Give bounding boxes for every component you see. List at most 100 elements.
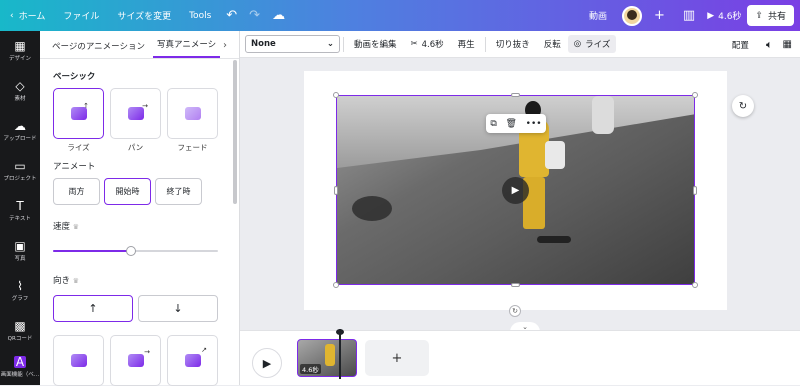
sidebar-item-projects[interactable]: ▭ プロジェクト bbox=[0, 151, 40, 191]
doc-type-label: 動画 bbox=[588, 12, 607, 22]
play-icon: ▶ bbox=[511, 185, 520, 196]
play-icon: ▶ bbox=[707, 10, 715, 21]
play-button[interactable]: 再生 bbox=[451, 38, 482, 50]
font-select-value: None bbox=[251, 39, 276, 49]
resize-handle-bottom-left[interactable] bbox=[333, 282, 339, 288]
animation-pan-preview[interactable]: → bbox=[110, 88, 161, 139]
animation-fade-preview[interactable] bbox=[167, 88, 218, 139]
animation-option-preview[interactable]: → bbox=[110, 335, 161, 386]
preview-play-button[interactable]: ▶ 4.6秒 bbox=[707, 9, 741, 23]
direction-up-button[interactable]: ↑ bbox=[53, 295, 133, 322]
sidebar-item-charts[interactable]: ⌇ グラフ bbox=[0, 271, 40, 311]
sidebar-item-apps[interactable]: A 画面機能（ベ… bbox=[0, 351, 40, 383]
background-subject bbox=[592, 96, 614, 134]
avatar[interactable] bbox=[621, 5, 642, 26]
video-frame-shadow bbox=[352, 196, 392, 221]
side-nav: ▦ デザイン ◇ 素材 ☁ アップロード ▭ プロジェクト T テキスト ▣ 写… bbox=[0, 31, 40, 385]
animation-option-preview[interactable] bbox=[53, 335, 104, 386]
refresh-page-button[interactable]: ↻ bbox=[732, 95, 754, 117]
home-button[interactable]: ‹ ホーム bbox=[0, 9, 54, 23]
folder-icon: ▭ bbox=[14, 159, 26, 173]
speed-slider[interactable] bbox=[53, 246, 218, 256]
animate-both-button[interactable]: 両方 bbox=[53, 178, 100, 205]
volume-icon[interactable]: 🔈︎ bbox=[766, 38, 773, 52]
font-select[interactable]: None ⌄ bbox=[245, 35, 340, 53]
photo-icon: ▣ bbox=[14, 239, 26, 253]
undo-icon[interactable]: ↶ bbox=[220, 8, 243, 23]
edit-video-button[interactable]: 動画を編集 bbox=[347, 38, 404, 50]
divider bbox=[343, 36, 344, 52]
speed-label: 速度 ♛ bbox=[53, 220, 239, 232]
resize-handle-top-right[interactable] bbox=[692, 92, 698, 98]
animation-fade[interactable]: フェード bbox=[167, 88, 218, 153]
rotate-handle[interactable]: ↻ bbox=[509, 305, 521, 317]
redo-icon[interactable]: ↷ bbox=[243, 8, 266, 23]
image-icon bbox=[184, 107, 201, 120]
resize-handle-left[interactable] bbox=[334, 186, 338, 195]
animate-enter-button[interactable]: 開始時 bbox=[104, 178, 151, 205]
direction-label-text: 向き bbox=[53, 276, 71, 286]
crown-icon: ♛ bbox=[72, 223, 79, 231]
flip-button[interactable]: 反転 bbox=[537, 38, 568, 50]
subject-bag bbox=[545, 141, 565, 169]
resize-menu[interactable]: サイズを変更 bbox=[108, 9, 180, 22]
timeline-playhead[interactable] bbox=[336, 329, 344, 379]
top-bar-right: 動画 + ▥ ▶ 4.6秒 ⇪ 共有 bbox=[580, 0, 794, 31]
cloud-save-icon[interactable]: ☁ bbox=[266, 8, 291, 23]
top-bar: ‹ ホーム ファイル サイズを変更 Tools ↶ ↷ ☁ 動画 + ▥ ▶ 4… bbox=[0, 0, 800, 31]
timeline-play-button[interactable]: ▶ bbox=[252, 348, 282, 378]
sidebar-item-photos[interactable]: ▣ 写真 bbox=[0, 231, 40, 271]
tab-page-animation[interactable]: ページのアニメーション bbox=[48, 40, 149, 58]
resize-handle-top-left[interactable] bbox=[333, 92, 339, 98]
image-icon bbox=[184, 354, 201, 367]
sidebar-item-text[interactable]: T テキスト bbox=[0, 191, 40, 231]
chevron-right-icon[interactable]: › bbox=[223, 40, 227, 51]
more-icon[interactable]: ••• bbox=[526, 119, 542, 129]
animation-panel: ページのアニメーション 写真アニメーシ › ベーシック ↑ ライズ → パン フ… bbox=[40, 31, 240, 386]
image-icon bbox=[127, 107, 144, 120]
animation-rise-button[interactable]: ◎ ライズ bbox=[567, 35, 617, 53]
chevron-left-icon: ‹ bbox=[10, 10, 14, 21]
crop-button[interactable]: 切り抜き bbox=[489, 38, 537, 50]
speed-slider-handle[interactable] bbox=[125, 246, 136, 256]
element-context-menu: ⧉ 🗑︎ ••• bbox=[486, 114, 546, 133]
share-icon: ⇪ bbox=[755, 10, 763, 21]
resize-handle-top[interactable] bbox=[511, 93, 520, 97]
animation-pan[interactable]: → パン bbox=[110, 88, 161, 153]
file-menu[interactable]: ファイル bbox=[54, 9, 108, 22]
animation-rise-preview[interactable]: ↑ bbox=[53, 88, 104, 139]
insights-icon[interactable]: ▥ bbox=[677, 8, 701, 23]
animation-option-preview[interactable]: ↗ bbox=[167, 335, 218, 386]
qr-icon: ▩ bbox=[14, 319, 26, 333]
resize-handle-bottom-right[interactable] bbox=[692, 282, 698, 288]
tab-photo-animation[interactable]: 写真アニメーシ bbox=[153, 38, 221, 58]
trash-icon[interactable]: 🗑︎ bbox=[506, 119, 517, 129]
text-icon: T bbox=[16, 199, 24, 213]
video-play-button[interactable]: ▶ bbox=[502, 177, 529, 204]
duplicate-icon[interactable]: ⧉ bbox=[490, 119, 496, 129]
speed-slider-fill bbox=[53, 250, 131, 252]
sidebar-item-elements[interactable]: ◇ 素材 bbox=[0, 71, 40, 111]
direction-down-button[interactable]: ↓ bbox=[138, 295, 218, 322]
resize-handle-right[interactable] bbox=[693, 186, 697, 195]
image-icon bbox=[127, 354, 144, 367]
sidebar-item-upload[interactable]: ☁ アップロード bbox=[0, 111, 40, 151]
animation-rise[interactable]: ↑ ライズ bbox=[53, 88, 104, 153]
trim-button[interactable]: ✂ 4.6秒 bbox=[404, 38, 451, 50]
resize-handle-bottom[interactable] bbox=[511, 283, 520, 287]
animate-exit-button[interactable]: 終了時 bbox=[155, 178, 202, 205]
panel-scrollbar[interactable] bbox=[233, 60, 237, 204]
sidebar-item-qr[interactable]: ▩ QRコード bbox=[0, 311, 40, 351]
tools-menu[interactable]: Tools bbox=[180, 11, 220, 21]
transparency-icon[interactable]: ▦ bbox=[783, 39, 792, 50]
chevron-down-icon: ⌄ bbox=[326, 39, 334, 49]
animation-options: ↑ ライズ → パン フェード bbox=[53, 88, 239, 153]
share-button[interactable]: ⇪ 共有 bbox=[747, 5, 794, 26]
timeline-clip[interactable]: 4.6秒 bbox=[297, 339, 357, 377]
sidebar-item-design[interactable]: ▦ デザイン bbox=[0, 31, 40, 71]
upload-icon: ☁ bbox=[14, 119, 26, 133]
position-button[interactable]: 配置 bbox=[725, 39, 756, 51]
add-page-button[interactable]: + bbox=[365, 340, 429, 376]
arrow-up-icon: ↑ bbox=[83, 102, 89, 110]
add-collaborator-icon[interactable]: + bbox=[648, 8, 671, 23]
